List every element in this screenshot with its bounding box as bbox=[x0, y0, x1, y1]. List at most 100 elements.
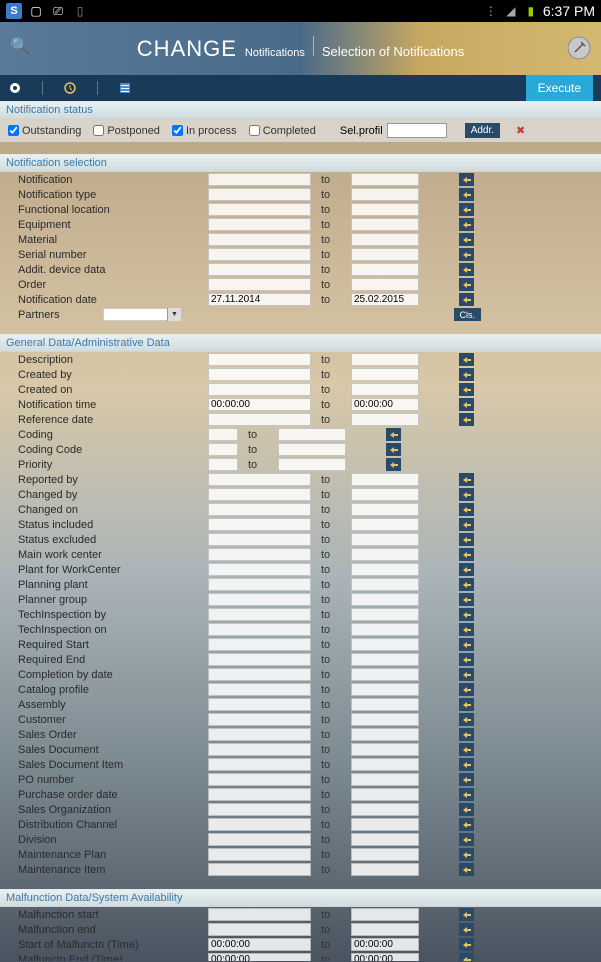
multi-select-icon[interactable] bbox=[459, 203, 474, 216]
from-input[interactable] bbox=[208, 398, 311, 411]
to-input[interactable] bbox=[351, 413, 419, 426]
multi-select-icon[interactable] bbox=[386, 443, 401, 456]
multi-select-icon[interactable] bbox=[459, 908, 474, 921]
multi-select-icon[interactable] bbox=[459, 833, 474, 846]
to-input[interactable] bbox=[351, 278, 419, 291]
multi-select-icon[interactable] bbox=[459, 953, 474, 961]
checkbox-postponed[interactable]: Postponed bbox=[93, 125, 160, 137]
multi-select-icon[interactable] bbox=[459, 278, 474, 291]
from-input[interactable] bbox=[208, 608, 311, 621]
multi-select-icon[interactable] bbox=[459, 638, 474, 651]
multi-select-icon[interactable] bbox=[459, 848, 474, 861]
to-input[interactable] bbox=[351, 638, 419, 651]
from-input[interactable] bbox=[208, 233, 311, 246]
from-input[interactable] bbox=[208, 353, 311, 366]
to-input[interactable] bbox=[351, 368, 419, 381]
from-input[interactable] bbox=[208, 428, 238, 441]
multi-select-icon[interactable] bbox=[459, 938, 474, 951]
from-input[interactable] bbox=[208, 788, 311, 801]
to-input[interactable] bbox=[351, 743, 419, 756]
to-input[interactable] bbox=[351, 593, 419, 606]
multi-select-icon[interactable] bbox=[459, 578, 474, 591]
from-input[interactable] bbox=[208, 188, 311, 201]
multi-select-icon[interactable] bbox=[459, 818, 474, 831]
multi-select-icon[interactable] bbox=[459, 863, 474, 876]
delete-icon[interactable]: ✖ bbox=[516, 124, 525, 137]
from-input[interactable] bbox=[208, 263, 311, 276]
to-input[interactable] bbox=[351, 473, 419, 486]
search-icon[interactable]: 🔍 bbox=[10, 36, 30, 56]
multi-select-icon[interactable] bbox=[459, 503, 474, 516]
to-input[interactable] bbox=[351, 623, 419, 636]
checkbox-outstanding[interactable]: Outstanding bbox=[8, 125, 81, 137]
from-input[interactable] bbox=[208, 923, 311, 936]
multi-select-icon[interactable] bbox=[459, 698, 474, 711]
from-input[interactable] bbox=[208, 383, 311, 396]
multi-select-icon[interactable] bbox=[459, 623, 474, 636]
to-input[interactable] bbox=[351, 953, 419, 961]
to-input[interactable] bbox=[351, 683, 419, 696]
to-input[interactable] bbox=[351, 488, 419, 501]
from-input[interactable] bbox=[208, 473, 311, 486]
checkbox-completed[interactable]: Completed bbox=[249, 125, 316, 137]
multi-select-icon[interactable] bbox=[459, 743, 474, 756]
multi-select-icon[interactable] bbox=[459, 473, 474, 486]
from-input[interactable] bbox=[208, 683, 311, 696]
from-input[interactable] bbox=[208, 173, 311, 186]
from-input[interactable] bbox=[208, 518, 311, 531]
from-input[interactable] bbox=[208, 443, 238, 456]
from-input[interactable] bbox=[208, 503, 311, 516]
multi-select-icon[interactable] bbox=[459, 683, 474, 696]
from-input[interactable] bbox=[208, 623, 311, 636]
from-input[interactable] bbox=[208, 743, 311, 756]
multi-select-icon[interactable] bbox=[459, 548, 474, 561]
to-input[interactable] bbox=[351, 923, 419, 936]
to-input[interactable] bbox=[351, 533, 419, 546]
to-input[interactable] bbox=[351, 803, 419, 816]
to-input[interactable] bbox=[278, 443, 346, 456]
to-input[interactable] bbox=[351, 173, 419, 186]
multi-select-icon[interactable] bbox=[459, 188, 474, 201]
cls-button[interactable]: Cls. bbox=[454, 308, 482, 321]
from-input[interactable] bbox=[208, 413, 311, 426]
multi-select-icon[interactable] bbox=[459, 413, 474, 426]
from-input[interactable] bbox=[208, 908, 311, 921]
multi-select-icon[interactable] bbox=[459, 173, 474, 186]
execute-button[interactable]: Execute bbox=[526, 75, 593, 101]
chevron-down-icon[interactable]: ▼ bbox=[167, 308, 181, 321]
from-input[interactable] bbox=[208, 368, 311, 381]
multi-select-icon[interactable] bbox=[459, 788, 474, 801]
to-input[interactable] bbox=[351, 773, 419, 786]
from-input[interactable] bbox=[208, 533, 311, 546]
to-input[interactable] bbox=[351, 518, 419, 531]
to-input[interactable] bbox=[351, 788, 419, 801]
to-input[interactable] bbox=[351, 383, 419, 396]
from-input[interactable] bbox=[208, 578, 311, 591]
multi-select-icon[interactable] bbox=[459, 728, 474, 741]
to-input[interactable] bbox=[351, 353, 419, 366]
from-input[interactable] bbox=[208, 293, 311, 306]
multi-select-icon[interactable] bbox=[386, 458, 401, 471]
from-input[interactable] bbox=[208, 863, 311, 876]
to-input[interactable] bbox=[351, 218, 419, 231]
from-input[interactable] bbox=[208, 563, 311, 576]
to-input[interactable] bbox=[351, 233, 419, 246]
from-input[interactable] bbox=[208, 953, 311, 961]
pencil-icon[interactable] bbox=[567, 36, 591, 60]
from-input[interactable] bbox=[208, 818, 311, 831]
toolbar-list-icon[interactable] bbox=[118, 81, 132, 95]
from-input[interactable] bbox=[208, 548, 311, 561]
to-input[interactable] bbox=[351, 293, 419, 306]
multi-select-icon[interactable] bbox=[459, 533, 474, 546]
multi-select-icon[interactable] bbox=[459, 923, 474, 936]
from-input[interactable] bbox=[208, 593, 311, 606]
to-input[interactable] bbox=[351, 203, 419, 216]
to-input[interactable] bbox=[351, 653, 419, 666]
to-input[interactable] bbox=[351, 848, 419, 861]
multi-select-icon[interactable] bbox=[459, 353, 474, 366]
to-input[interactable] bbox=[278, 458, 346, 471]
multi-select-icon[interactable] bbox=[459, 518, 474, 531]
to-input[interactable] bbox=[351, 398, 419, 411]
from-input[interactable] bbox=[208, 218, 311, 231]
from-input[interactable] bbox=[208, 833, 311, 846]
